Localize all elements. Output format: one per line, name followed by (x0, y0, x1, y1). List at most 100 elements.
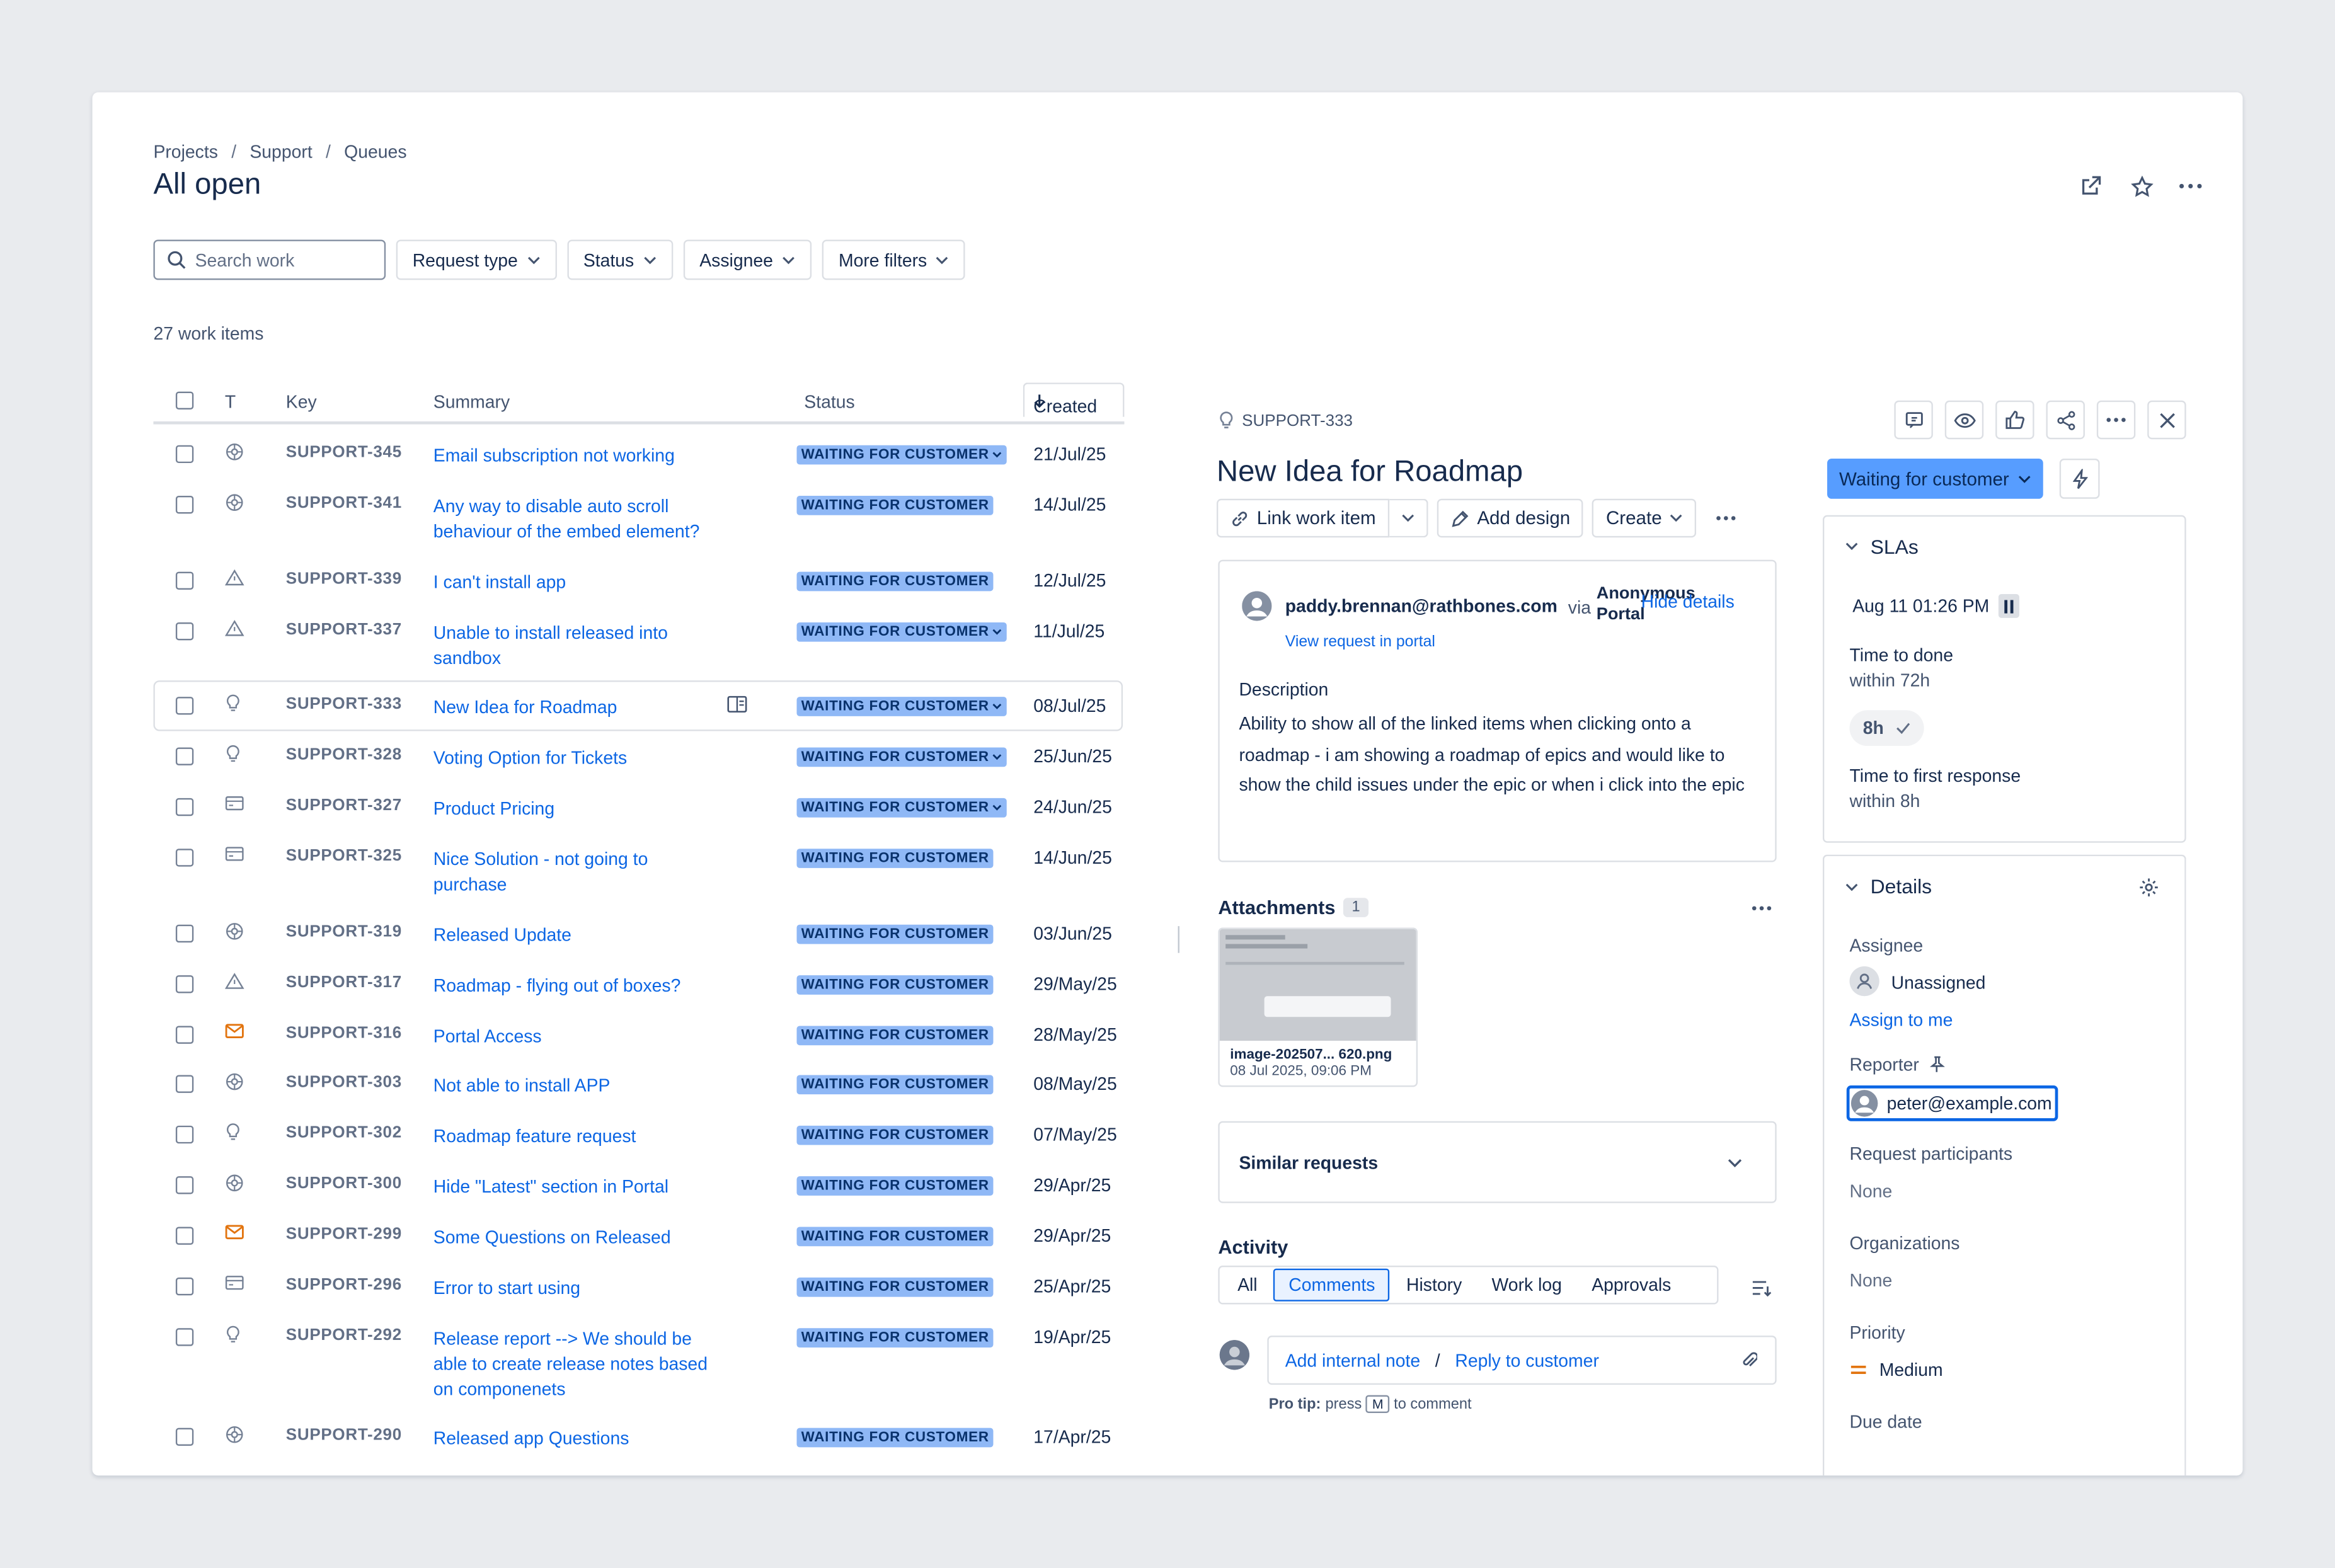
status-badge[interactable]: WAITING FOR CUSTOMER (796, 1277, 994, 1297)
row-key[interactable]: SUPPORT-333 (286, 695, 402, 713)
more-filters-button[interactable]: More filters (822, 239, 966, 280)
row-key[interactable]: SUPPORT-327 (286, 796, 402, 814)
row-checkbox[interactable] (175, 445, 194, 464)
row-key[interactable]: SUPPORT-317 (286, 974, 402, 992)
column-summary[interactable]: Summary (433, 392, 510, 413)
row-checkbox[interactable] (175, 622, 194, 641)
row-summary[interactable]: Roadmap - flying out of boxes? (433, 974, 716, 999)
issue-title[interactable]: New Idea for Roadmap (1217, 455, 1523, 489)
participants-value[interactable]: None (1849, 1181, 1892, 1201)
status-badge[interactable]: WAITING FOR CUSTOMER (796, 1227, 994, 1247)
comment-box[interactable]: Add internal note / Reply to customer (1267, 1336, 1777, 1385)
open-external-icon[interactable] (2076, 171, 2106, 201)
star-icon[interactable] (2126, 171, 2156, 201)
row-key[interactable]: SUPPORT-296 (286, 1276, 402, 1294)
row-key[interactable]: SUPPORT-325 (286, 847, 402, 865)
feedback-button[interactable] (1894, 400, 1933, 440)
row-summary[interactable]: Released app Questions (433, 1426, 716, 1451)
assign-to-me-link[interactable]: Assign to me (1849, 1009, 1953, 1030)
hide-details-link[interactable]: Hide details (1641, 591, 1735, 612)
row-checkbox[interactable] (175, 1277, 194, 1296)
status-filter[interactable]: Status (566, 239, 673, 280)
share-button[interactable] (2046, 400, 2085, 440)
status-badge[interactable]: WAITING FOR CUSTOMER (796, 798, 1007, 818)
row-key[interactable]: SUPPORT-303 (286, 1073, 402, 1091)
row-summary[interactable]: Hide "Latest" section in Portal (433, 1175, 716, 1200)
row-checkbox[interactable] (175, 697, 194, 715)
status-badge[interactable]: WAITING FOR CUSTOMER (796, 445, 1007, 465)
row-key[interactable]: SUPPORT-339 (286, 570, 402, 588)
status-badge[interactable]: WAITING FOR CUSTOMER (796, 1176, 994, 1196)
row-key[interactable]: SUPPORT-316 (286, 1024, 402, 1042)
row-checkbox[interactable] (175, 1125, 194, 1144)
status-badge[interactable]: WAITING FOR CUSTOMER (796, 571, 994, 592)
attachment-card[interactable]: image-202507... 620.png 08 Jul 2025, 09:… (1218, 927, 1418, 1087)
issue-more-button[interactable] (1711, 503, 1741, 533)
sort-activity-button[interactable] (1747, 1273, 1776, 1303)
row-checkbox[interactable] (175, 1328, 194, 1346)
request-type-filter[interactable]: Request type (396, 239, 557, 280)
assignee-value[interactable]: Unassigned (1891, 972, 1986, 993)
row-summary[interactable]: I can't install app (433, 570, 716, 595)
tab-approvals[interactable]: Approvals (1578, 1270, 1685, 1300)
row-summary[interactable]: Not able to install APP (433, 1073, 716, 1099)
row-key[interactable]: SUPPORT-292 (286, 1327, 402, 1344)
chevron-down-icon[interactable] (1845, 883, 1858, 892)
priority-field[interactable]: Medium (1849, 1359, 1943, 1380)
assignee-filter[interactable]: Assignee (683, 239, 812, 280)
tab-history[interactable]: History (1393, 1270, 1476, 1300)
link-dropdown-button[interactable] (1389, 498, 1428, 538)
row-summary[interactable]: Roadmap feature request (433, 1124, 716, 1149)
reporter-field[interactable]: peter@example.com (1846, 1085, 2058, 1121)
add-internal-note-link[interactable]: Add internal note (1285, 1350, 1420, 1371)
row-key[interactable]: SUPPORT-341 (286, 495, 402, 512)
reporter-email[interactable]: paddy.brennan@rathbones.com (1285, 595, 1558, 616)
row-summary[interactable]: Error to start using (433, 1276, 716, 1302)
open-side-panel-icon[interactable] (726, 695, 747, 718)
row-key[interactable]: SUPPORT-337 (286, 621, 402, 639)
issue-key-label[interactable]: SUPPORT-333 (1242, 412, 1353, 430)
status-badge[interactable]: WAITING FOR CUSTOMER (796, 697, 1007, 716)
similar-requests-section[interactable]: Similar requests (1218, 1121, 1777, 1203)
column-key[interactable]: Key (286, 392, 317, 413)
search-input[interactable]: Search work (153, 239, 386, 280)
status-badge[interactable]: WAITING FOR CUSTOMER (796, 1125, 994, 1145)
description-text[interactable]: Ability to show all of the linked items … (1239, 709, 1752, 800)
link-work-item-button[interactable]: Link work item (1216, 498, 1389, 538)
panel-more-button[interactable] (2096, 400, 2136, 440)
column-status[interactable]: Status (804, 392, 854, 413)
row-checkbox[interactable] (175, 798, 194, 816)
status-badge[interactable]: WAITING FOR CUSTOMER (796, 1075, 994, 1095)
row-summary[interactable]: Any way to disable auto scroll behaviour… (433, 495, 716, 545)
breadcrumb-projects[interactable]: Projects (153, 142, 217, 163)
row-summary[interactable]: New Idea for Roadmap (433, 695, 716, 721)
row-checkbox[interactable] (175, 975, 194, 993)
row-summary[interactable]: Portal Access (433, 1024, 716, 1050)
row-checkbox[interactable] (175, 1075, 194, 1093)
select-all-checkbox[interactable] (175, 391, 194, 409)
breadcrumb-support[interactable]: Support (250, 142, 312, 163)
row-key[interactable]: SUPPORT-345 (286, 444, 402, 461)
create-button[interactable]: Create (1592, 498, 1697, 538)
chevron-down-icon[interactable] (1845, 542, 1858, 551)
row-key[interactable]: SUPPORT-300 (286, 1175, 402, 1193)
status-badge[interactable]: WAITING FOR CUSTOMER (796, 924, 994, 944)
tab-comments[interactable]: Comments (1273, 1268, 1391, 1302)
more-icon[interactable] (2176, 171, 2205, 201)
row-summary[interactable]: Product Pricing (433, 796, 716, 821)
organizations-value[interactable]: None (1849, 1270, 1892, 1291)
reply-to-customer-link[interactable]: Reply to customer (1455, 1350, 1599, 1371)
row-summary[interactable]: Unable to install released into sandbox (433, 621, 716, 672)
tab-work-log[interactable]: Work log (1478, 1270, 1575, 1300)
status-transition-button[interactable]: Waiting for customer (1827, 458, 2044, 499)
row-checkbox[interactable] (175, 1026, 194, 1044)
row-key[interactable]: SUPPORT-328 (286, 746, 402, 764)
row-summary[interactable]: Some Questions on Released (433, 1225, 716, 1250)
pin-icon[interactable] (1928, 1056, 1945, 1073)
status-badge[interactable]: WAITING FOR CUSTOMER (796, 622, 1007, 642)
row-checkbox[interactable] (175, 849, 194, 867)
slas-title[interactable]: SLAs (1871, 536, 1919, 558)
row-summary[interactable]: Email subscription not working (433, 444, 716, 469)
row-checkbox[interactable] (175, 924, 194, 943)
row-summary[interactable]: Nice Solution - not going to purchase (433, 847, 716, 898)
